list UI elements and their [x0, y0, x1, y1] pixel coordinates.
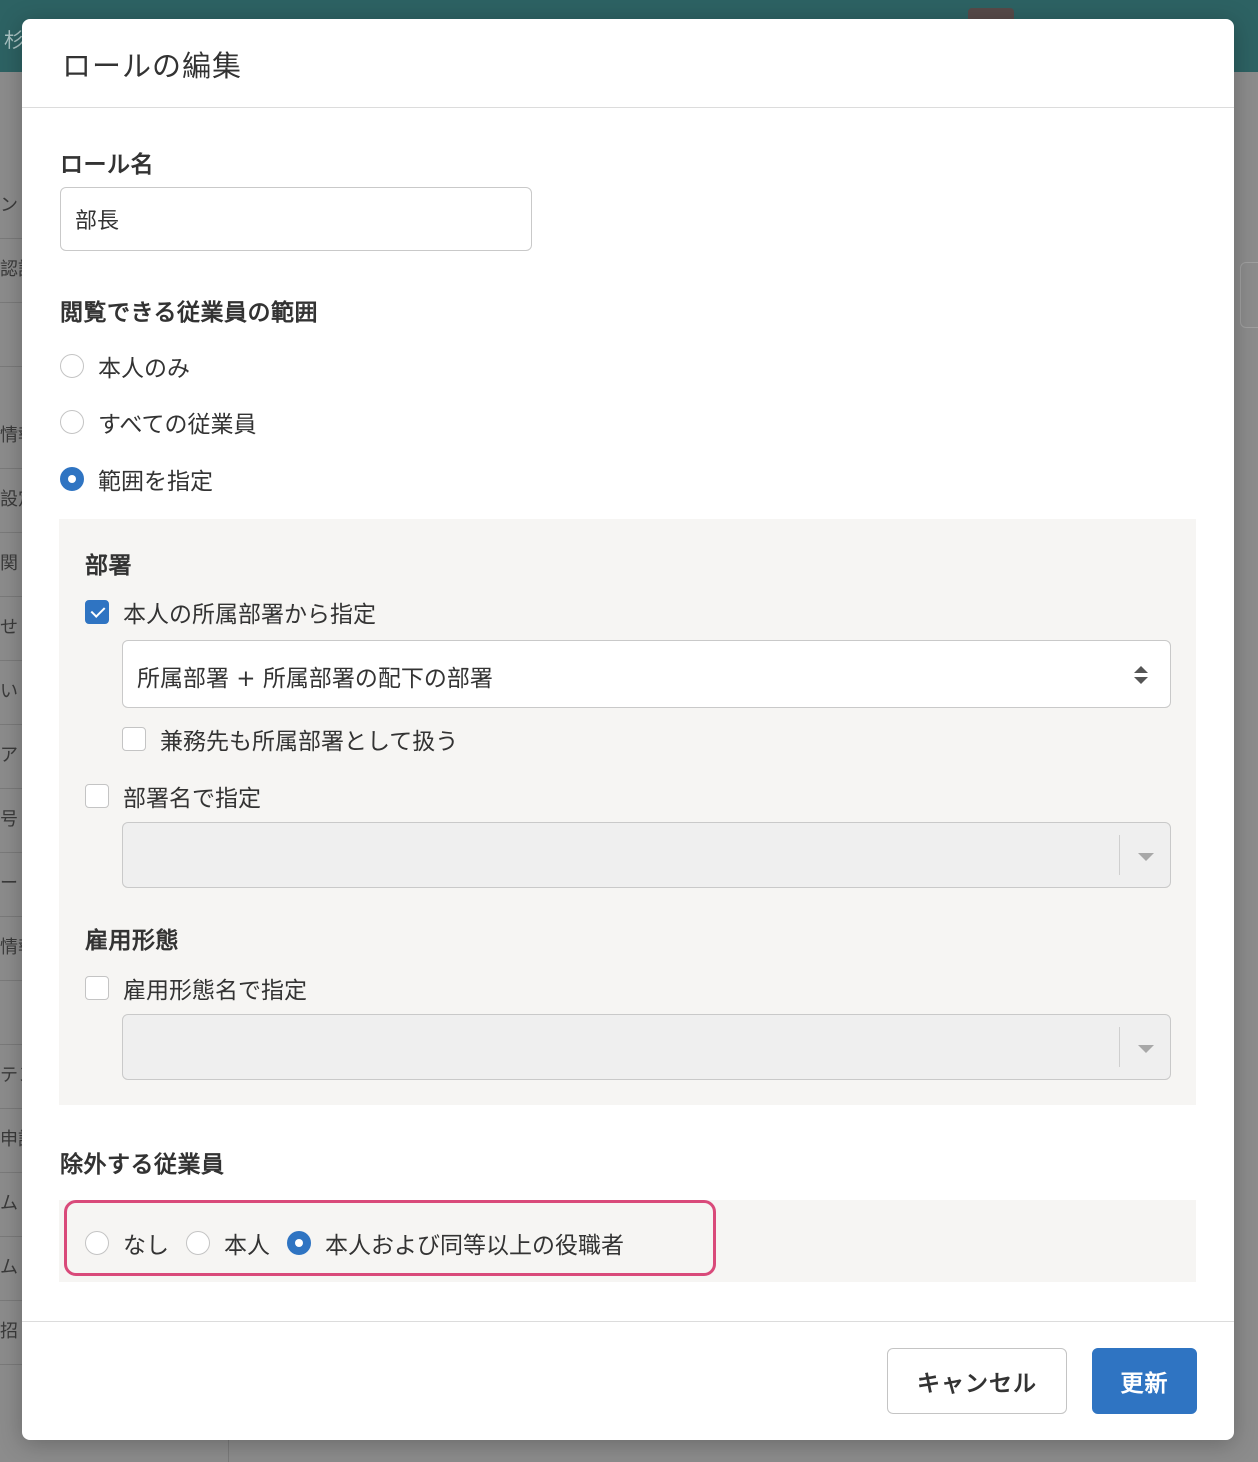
role-name-input[interactable] — [60, 187, 532, 251]
up-down-arrow-icon — [1134, 666, 1148, 684]
update-button[interactable]: 更新 — [1092, 1348, 1197, 1414]
checkbox[interactable] — [85, 976, 109, 1000]
app-header-fragment: 杉 — [4, 28, 24, 52]
own-department-label: 本人の所属部署から指定 — [123, 602, 376, 628]
sidebar-fragment: ム — [0, 1172, 22, 1237]
cancel-button[interactable]: キャンセル — [887, 1348, 1067, 1414]
sidebar-fragment: 号 — [0, 788, 22, 853]
app-divider — [228, 1440, 229, 1462]
radio-button[interactable] — [60, 354, 84, 378]
employment-type-name-label: 雇用形態名で指定 — [123, 978, 307, 1004]
dialog-header: ロールの編集 — [22, 19, 1234, 108]
select-separator — [1119, 1027, 1120, 1067]
sidebar-fragment: ア — [0, 724, 22, 789]
chevron-down-icon — [1138, 853, 1154, 861]
scope-option-specify-range[interactable]: 範囲を指定 — [60, 462, 213, 496]
sidebar-fragment: ム — [0, 1236, 22, 1301]
department-label: 部署 — [85, 553, 132, 579]
department-name-checkbox-row[interactable]: 部署名で指定 — [85, 779, 261, 813]
concurrent-department-checkbox-row[interactable]: 兼務先も所属部署として扱う — [122, 722, 458, 756]
department-range-value: 所属部署 + 所属部署の配下の部署 — [137, 666, 493, 692]
edit-role-dialog: ロールの編集 ロール名 閲覧できる従業員の範囲 本人のみ すべての従業員 範囲を… — [22, 19, 1234, 1440]
scope-option-label: 本人のみ — [98, 356, 190, 382]
department-name-label: 部署名で指定 — [123, 786, 261, 812]
employment-type-checkbox-row[interactable]: 雇用形態名で指定 — [85, 971, 307, 1005]
annotation-highlight-box — [64, 1200, 716, 1276]
concurrent-department-label: 兼務先も所属部署として扱う — [160, 729, 459, 755]
app-background-control — [1240, 262, 1258, 328]
sidebar-fragment: 招 — [0, 1300, 22, 1365]
radio-button-selected[interactable] — [60, 467, 84, 491]
sidebar-fragment — [0, 302, 22, 367]
radio-button[interactable] — [60, 410, 84, 434]
sidebar-fragment: 情報 — [0, 404, 22, 469]
sidebar-fragment: 情報 — [0, 916, 22, 981]
sidebar-fragment: 設定 — [0, 468, 22, 533]
department-name-select — [122, 822, 1171, 888]
sidebar-fragment: 申請 — [0, 1108, 22, 1173]
chevron-down-icon — [1138, 1045, 1154, 1053]
view-scope-label: 閲覧できる従業員の範囲 — [60, 300, 319, 326]
select-separator — [1119, 835, 1120, 875]
role-name-label: ロール名 — [60, 152, 154, 178]
sidebar-fragment: い — [0, 660, 22, 725]
exclude-employees-label: 除外する従業員 — [60, 1152, 225, 1178]
sidebar-fragment: テン — [0, 1044, 22, 1109]
scope-option-all-employees[interactable]: すべての従業員 — [60, 405, 256, 439]
sidebar-fragment — [0, 980, 22, 1045]
employment-type-label: 雇用形態 — [85, 928, 179, 954]
dialog-title: ロールの編集 — [62, 49, 243, 83]
app-sidebar: ン 認証 情報 設定 関 せ い ア 号 ー 情報 テン 申請 ム ム 招 — [0, 72, 22, 1462]
employment-type-select — [122, 1014, 1171, 1080]
sidebar-fragment: 関 — [0, 532, 22, 597]
department-range-select[interactable]: 所属部署 + 所属部署の配下の部署 — [122, 640, 1171, 708]
scope-option-label: 範囲を指定 — [98, 469, 213, 495]
checkbox[interactable] — [122, 727, 146, 751]
own-department-checkbox-row[interactable]: 本人の所属部署から指定 — [85, 595, 376, 629]
sidebar-fragment: ー — [0, 852, 22, 917]
checkbox-checked[interactable] — [85, 600, 109, 624]
scope-option-label: すべての従業員 — [98, 412, 257, 438]
dialog-footer-divider — [22, 1321, 1234, 1322]
sidebar-fragment: 認証 — [0, 238, 22, 303]
scope-option-self-only[interactable]: 本人のみ — [60, 349, 190, 383]
checkbox[interactable] — [85, 784, 109, 808]
sidebar-fragment: せ — [0, 596, 22, 661]
sidebar-fragment: ン — [0, 174, 22, 239]
